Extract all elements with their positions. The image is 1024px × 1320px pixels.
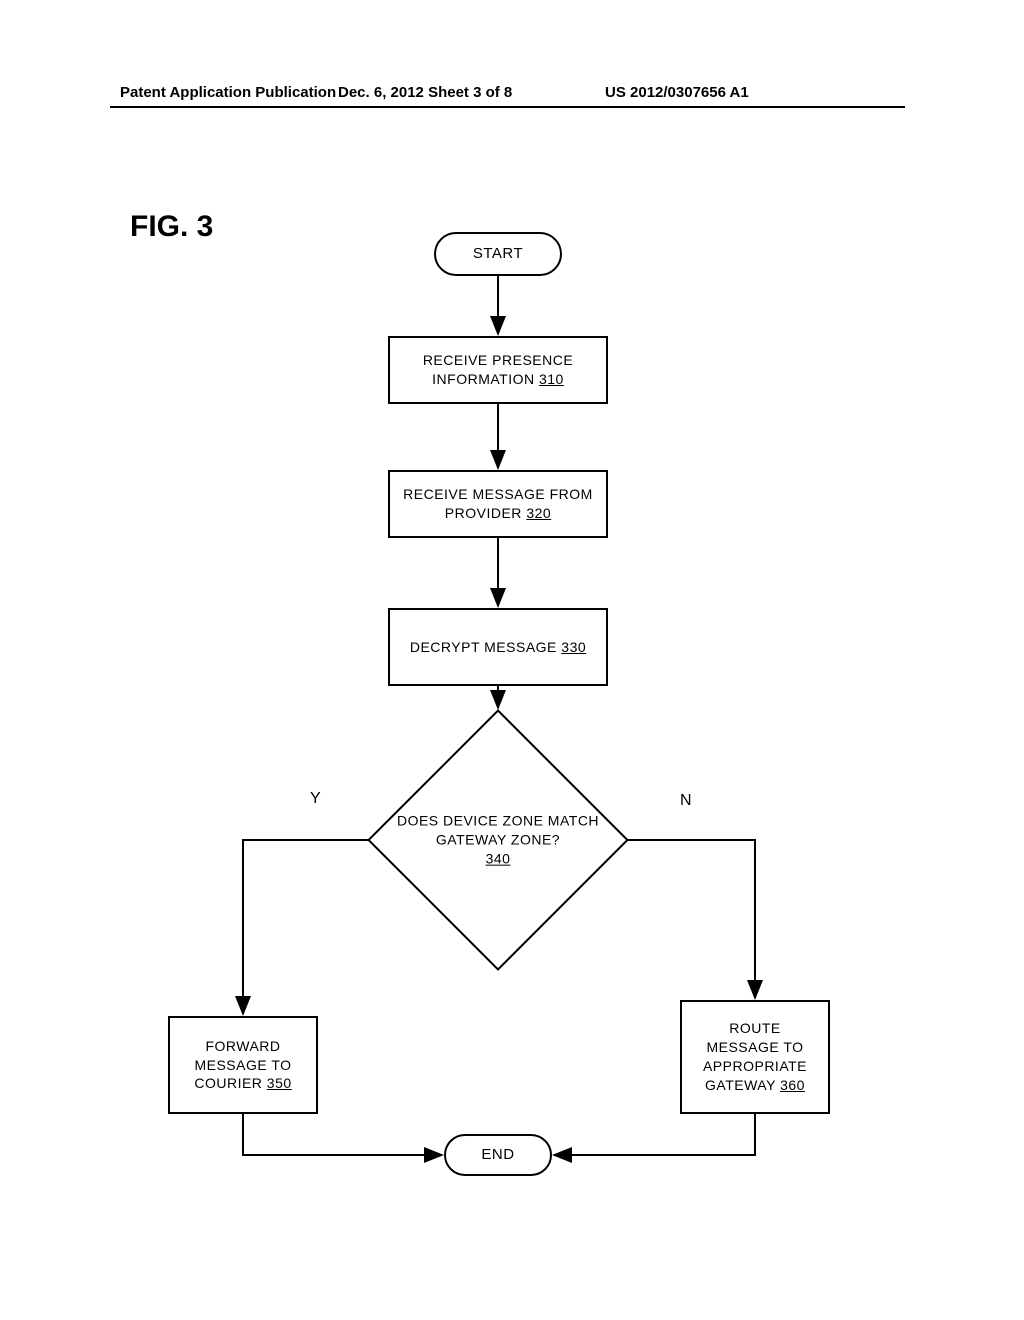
step-310-line2: INFORMATION: [432, 371, 539, 387]
step-350-line3: COURIER: [194, 1075, 266, 1091]
header-rule: [110, 106, 905, 108]
end-text: END: [481, 1145, 514, 1165]
step-320-line2: PROVIDER: [445, 505, 527, 521]
step-310-line1: RECEIVE PRESENCE: [423, 352, 573, 368]
decision-line1: DOES DEVICE ZONE MATCH: [397, 813, 599, 829]
step-350-line2: MESSAGE TO: [194, 1057, 291, 1073]
step-310: RECEIVE PRESENCE INFORMATION 310: [388, 336, 608, 404]
step-310-ref: 310: [539, 371, 564, 387]
step-350: FORWARD MESSAGE TO COURIER 350: [168, 1016, 318, 1114]
step-320-ref: 320: [526, 505, 551, 521]
header-center: Dec. 6, 2012 Sheet 3 of 8: [338, 84, 512, 101]
step-350-line1: FORWARD: [205, 1038, 280, 1054]
decision-text: DOES DEVICE ZONE MATCH GATEWAY ZONE? 340: [388, 812, 608, 869]
page: Patent Application Publication Dec. 6, 2…: [0, 0, 1024, 1320]
step-360-line3: APPROPRIATE: [703, 1058, 807, 1074]
start-text: START: [473, 244, 523, 264]
step-360-line2: MESSAGE TO: [706, 1039, 803, 1055]
step-330-line1: DECRYPT MESSAGE: [410, 639, 561, 655]
step-330: DECRYPT MESSAGE 330: [388, 608, 608, 686]
step-360-line4: GATEWAY: [705, 1077, 780, 1093]
edge-yes-label: Y: [310, 790, 321, 808]
step-360: ROUTE MESSAGE TO APPROPRIATE GATEWAY 360: [680, 1000, 830, 1114]
header-right: US 2012/0307656 A1: [605, 84, 749, 101]
step-360-ref: 360: [780, 1077, 805, 1093]
step-330-ref: 330: [561, 639, 586, 655]
header-left: Patent Application Publication: [120, 84, 336, 101]
step-350-ref: 350: [267, 1075, 292, 1091]
step-320-line1: RECEIVE MESSAGE FROM: [403, 486, 593, 502]
step-320: RECEIVE MESSAGE FROM PROVIDER 320: [388, 470, 608, 538]
start-node: START: [434, 232, 562, 276]
decision-ref: 340: [486, 850, 511, 866]
end-node: END: [444, 1134, 552, 1176]
decision-line2: GATEWAY ZONE?: [436, 832, 560, 848]
step-360-line1: ROUTE: [729, 1020, 781, 1036]
edge-no-label: N: [680, 792, 692, 810]
figure-label: FIG. 3: [130, 210, 213, 244]
